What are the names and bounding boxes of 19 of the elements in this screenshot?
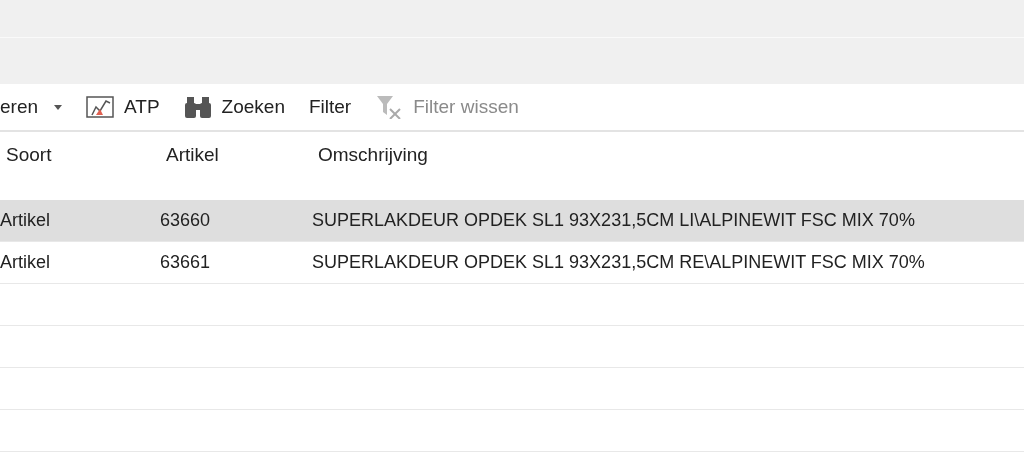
chart-icon (86, 95, 115, 119)
column-header[interactable]: Artikel (166, 144, 219, 165)
caret-icon[interactable] (54, 104, 63, 110)
table-row[interactable]: Artikel 63661 SUPERLAKDEUR OPDEK SL1 93X231,5CM RE\ALPINEWIT FSC MIX 70% (0, 242, 1024, 284)
binoculars-icon (183, 95, 212, 119)
toolbar-button[interactable]: Zoeken (171, 89, 297, 125)
toolbar-button[interactable]: ATP (74, 89, 172, 125)
table-cell-text: Artikel (0, 210, 51, 231)
table-cell-text: 63660 (160, 210, 212, 231)
toolbar-button[interactable]: eren (0, 89, 75, 125)
table-row[interactable]: Artikel 63660 SUPERLAKDEUR OPDEK SL1 93X231,5CM LI\ALPINEWIT FSC MIX 70% (0, 200, 1024, 242)
table-cell-text: 63661 (160, 252, 212, 273)
toolbar-button[interactable]: Filter (296, 89, 364, 125)
table-cell-text: SUPERLAKDEUR OPDEK SL1 93X231,5CM LI\ALPINEWIT FSC MIX 70% (312, 210, 916, 231)
table-cell-text: Artikel (0, 252, 51, 273)
column-header[interactable]: Soort (6, 144, 52, 165)
table-cell-text: SUPERLAKDEUR OPDEK SL1 93X231,5CM RE\ALPINEWIT FSC MIX 70% (312, 252, 926, 273)
column-header[interactable]: Omschrijving (318, 144, 428, 165)
filter-clear-icon (375, 95, 404, 119)
